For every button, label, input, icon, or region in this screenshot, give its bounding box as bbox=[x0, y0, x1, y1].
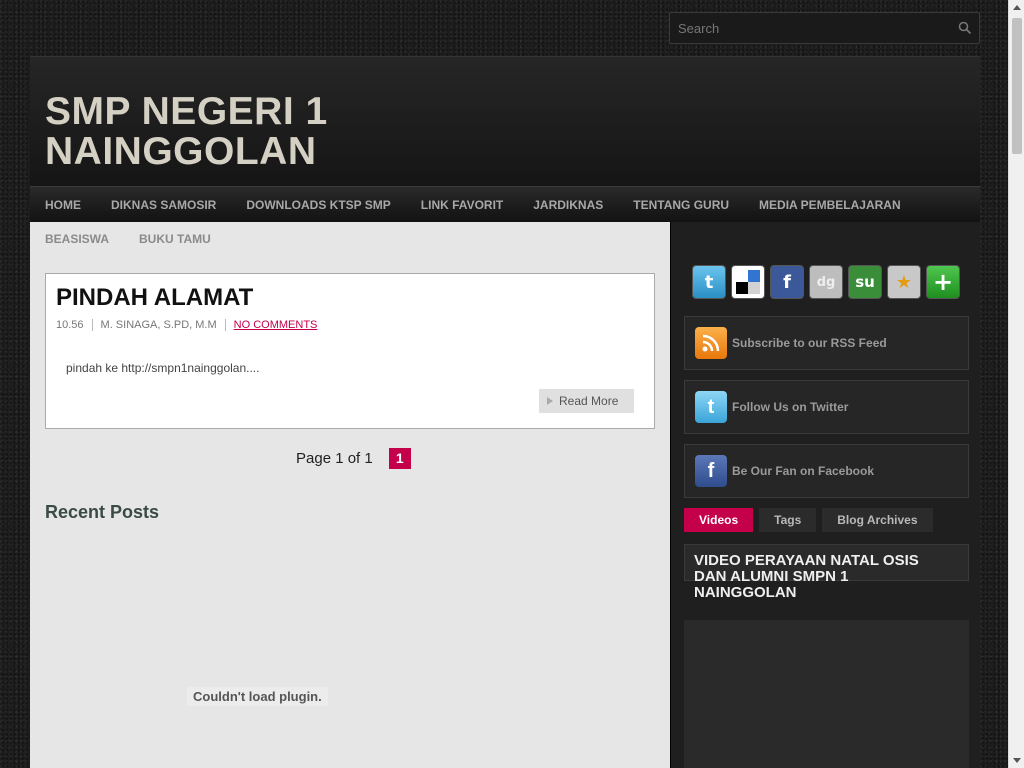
search-box[interactable] bbox=[669, 12, 980, 44]
nav-item-buku-tamu[interactable]: BUKU TAMU bbox=[124, 232, 226, 246]
video-title[interactable]: VIDEO PERAYAAN NATAL OSIS DAN ALUMNI SMP… bbox=[694, 553, 954, 601]
read-more-label: Read More bbox=[559, 394, 619, 408]
twitter-bird-icon: t bbox=[695, 391, 727, 423]
post-comments-link[interactable]: NO COMMENTS bbox=[226, 319, 326, 331]
post-author: M. SINAGA, S.PD, M.M bbox=[93, 319, 226, 331]
rss-label: Subscribe to our RSS Feed bbox=[732, 336, 887, 350]
page-number-current[interactable]: 1 bbox=[388, 448, 411, 469]
scrollbar-thumb[interactable] bbox=[1012, 18, 1022, 154]
search-icon[interactable] bbox=[958, 21, 972, 35]
favorites-icon[interactable]: ★ bbox=[888, 266, 920, 298]
page-scrollbar[interactable] bbox=[1008, 0, 1024, 768]
recent-posts-title: Recent Posts bbox=[45, 502, 160, 522]
rss-icon bbox=[695, 327, 727, 359]
play-arrow-icon bbox=[547, 397, 553, 405]
site-title[interactable]: SMP NEGERI 1 NAINGGOLAN bbox=[45, 92, 445, 172]
site-header: SMP NEGERI 1 NAINGGOLAN bbox=[30, 56, 980, 186]
scroll-down-arrow-icon[interactable] bbox=[1009, 752, 1024, 768]
main-content: BEASISWA BUKU TAMU PINDAH ALAMAT 10.56 M… bbox=[30, 222, 670, 768]
post-title[interactable]: PINDAH ALAMAT bbox=[56, 284, 253, 312]
twitter-icon[interactable]: t bbox=[693, 266, 725, 298]
rss-subscribe-box[interactable]: Subscribe to our RSS Feed bbox=[684, 316, 969, 370]
social-icons-row: t f dg su ★ + bbox=[693, 266, 966, 298]
post-meta: 10.56 M. SINAGA, S.PD, M.M NO COMMENTS bbox=[56, 319, 325, 331]
nav-overflow-row: BEASISWA BUKU TAMU bbox=[30, 222, 226, 256]
nav-item-jardiknas[interactable]: JARDIKNAS bbox=[518, 187, 618, 223]
plugin-error-message: Couldn't load plugin. bbox=[187, 687, 328, 706]
tab-tags[interactable]: Tags bbox=[759, 508, 817, 532]
nav-item-beasiswa[interactable]: BEASISWA bbox=[30, 232, 124, 246]
delicious-icon[interactable] bbox=[732, 266, 764, 298]
nav-item-diknas-samosir[interactable]: DIKNAS SAMOSIR bbox=[96, 187, 231, 223]
stumbleupon-icon[interactable]: su bbox=[849, 266, 881, 298]
sidebar-tabs: Videos Tags Blog Archives bbox=[684, 508, 939, 532]
digg-icon[interactable]: dg bbox=[810, 266, 842, 298]
video-player-area[interactable] bbox=[684, 620, 969, 768]
post-card: PINDAH ALAMAT 10.56 M. SINAGA, S.PD, M.M… bbox=[45, 273, 655, 429]
main-nav: HOME DIKNAS SAMOSIR DOWNLOADS KTSP SMP L… bbox=[30, 186, 980, 222]
post-excerpt: pindah ke http://smpn1nainggolan.... bbox=[66, 361, 260, 375]
tab-blog-archives[interactable]: Blog Archives bbox=[822, 508, 933, 532]
facebook-fan-box[interactable]: f Be Our Fan on Facebook bbox=[684, 444, 969, 498]
facebook-icon[interactable]: f bbox=[771, 266, 803, 298]
facebook-f-icon: f bbox=[695, 455, 727, 487]
post-time: 10.56 bbox=[56, 319, 93, 331]
pagination: Page 1 of 1 1 bbox=[296, 448, 411, 469]
scroll-up-arrow-icon[interactable] bbox=[1009, 0, 1024, 16]
nav-item-link-favorit[interactable]: LINK FAVORIT bbox=[406, 187, 518, 223]
add-icon[interactable]: + bbox=[927, 266, 959, 298]
sidebar: t f dg su ★ + Subscribe to our RSS Feed … bbox=[670, 222, 980, 768]
facebook-label: Be Our Fan on Facebook bbox=[732, 464, 875, 478]
page-info: Page 1 of 1 bbox=[296, 450, 373, 467]
read-more-button[interactable]: Read More bbox=[539, 389, 634, 413]
nav-item-home[interactable]: HOME bbox=[30, 187, 96, 223]
twitter-label: Follow Us on Twitter bbox=[732, 400, 849, 414]
nav-item-downloads-ktsp[interactable]: DOWNLOADS KTSP SMP bbox=[231, 187, 405, 223]
twitter-follow-box[interactable]: t Follow Us on Twitter bbox=[684, 380, 969, 434]
nav-item-media-pembelajaran[interactable]: MEDIA PEMBELAJARAN bbox=[744, 187, 916, 223]
nav-item-tentang-guru[interactable]: TENTANG GURU bbox=[618, 187, 744, 223]
tab-videos[interactable]: Videos bbox=[684, 508, 754, 532]
search-input[interactable] bbox=[670, 13, 979, 43]
